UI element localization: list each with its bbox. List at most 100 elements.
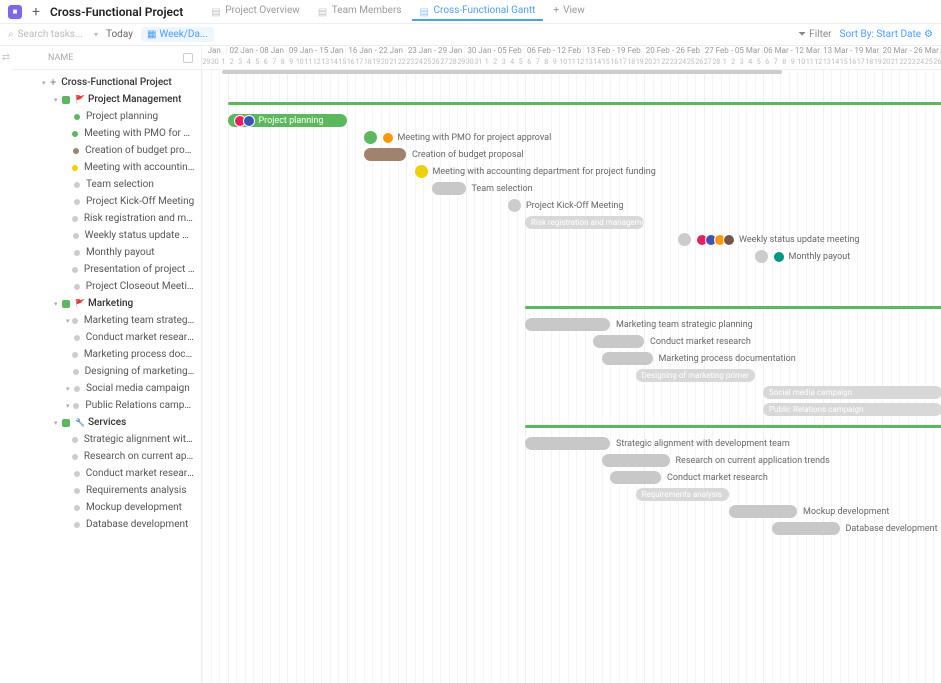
caret-icon[interactable]: ▾ — [54, 419, 62, 427]
gantt-chart[interactable]: Jan02 Jan - 08 Jan09 Jan - 15 Jan16 Jan … — [202, 46, 941, 683]
tree-task[interactable]: Mockup development — [12, 499, 201, 516]
timeline-month: 09 Jan - 15 Jan — [287, 46, 346, 58]
caret-icon[interactable]: ▾ — [54, 96, 62, 104]
timeline-day: 30 — [466, 58, 475, 70]
caret-icon[interactable]: ▾ — [66, 385, 74, 393]
tree-task[interactable]: Designing of marketing primer — [12, 363, 201, 380]
tree-task[interactable]: Project Kick-Off Meeting — [12, 193, 201, 210]
gantt-bar[interactable] — [610, 471, 661, 484]
gantt-milestone[interactable] — [678, 233, 691, 246]
caret-icon[interactable]: ▾ — [66, 402, 73, 410]
gantt-bar-label: Marketing team strategic planning — [616, 318, 753, 331]
gantt-bar[interactable]: Requirements analysis — [636, 488, 730, 501]
timeline-day: 17 — [355, 58, 364, 70]
gantt-milestone[interactable] — [508, 199, 521, 212]
tree-task[interactable]: Requirements analysis — [12, 482, 201, 499]
tree-item-label: Creation of budget proposal — [85, 145, 195, 156]
tree-task[interactable]: Meeting with accounting depart... — [12, 159, 201, 176]
timeline-day: 14 — [831, 58, 840, 70]
tree-task[interactable]: Creation of budget proposal — [12, 142, 201, 159]
tree-group[interactable]: ▾🚩Project Management — [12, 91, 201, 108]
caret-icon[interactable]: ▾ — [66, 317, 72, 325]
timeline-day: 31 — [474, 58, 483, 70]
view-tab-1[interactable]: ▤Team Members — [310, 2, 410, 21]
gantt-bar[interactable]: Project planning — [228, 114, 347, 127]
sort-button[interactable]: Sort By: Start Date ⚙ — [840, 29, 933, 40]
filter-button[interactable]: ⏷ Filter — [798, 29, 831, 40]
period-selector[interactable]: ▦ Week/Da... — [141, 27, 214, 42]
today-button[interactable]: Today — [106, 29, 133, 40]
timeline-header: Jan02 Jan - 08 Jan09 Jan - 15 Jan16 Jan … — [202, 46, 941, 70]
tree-task[interactable]: Weekly status update meeting — [12, 227, 201, 244]
add-column-icon[interactable] — [183, 53, 193, 63]
gantt-bar[interactable] — [729, 505, 797, 518]
caret-icon[interactable]: ▾ — [42, 79, 50, 87]
gantt-bar[interactable] — [364, 148, 407, 161]
status-dot — [74, 284, 80, 290]
gantt-body[interactable]: Project planningMeeting with PMO for pro… — [202, 70, 941, 683]
tree-group[interactable]: ▾🔧Services — [12, 414, 201, 431]
timeline-day: 23 — [670, 58, 679, 70]
tree-task[interactable]: Strategic alignment with develop... — [12, 431, 201, 448]
tree-item-label: Risk registration and management — [84, 213, 195, 224]
timeline-day: 10 — [797, 58, 806, 70]
gantt-scrollbar[interactable] — [222, 70, 782, 74]
status-dot — [72, 437, 78, 443]
timeline-month: 20 Mar - 26 Mar — [881, 46, 940, 58]
tree-item-label: Research on current application ... — [84, 451, 195, 462]
tree-task[interactable]: ▾Public Relations campaign — [12, 397, 201, 414]
folder-icon — [62, 419, 70, 427]
gantt-milestone[interactable] — [755, 250, 768, 263]
gantt-bar[interactable] — [525, 437, 610, 450]
tree-task[interactable]: Team selection — [12, 176, 201, 193]
view-tab-2[interactable]: ▤Cross-Functional Gantt — [412, 2, 544, 21]
tree-task[interactable]: Risk registration and management — [12, 210, 201, 227]
tree-task[interactable]: Monthly payout — [12, 244, 201, 261]
gantt-bar[interactable]: Social media campaign — [763, 386, 941, 399]
tree-item-label: Cross-Functional Project — [61, 77, 171, 88]
tree-group[interactable]: ▾🚩Marketing — [12, 295, 201, 312]
tree-task[interactable]: Marketing process documentation — [12, 346, 201, 363]
gantt-bar[interactable] — [602, 352, 653, 365]
gantt-bar[interactable]: Public Relations campaign — [763, 403, 941, 416]
status-dot — [72, 454, 78, 460]
tree-task[interactable]: Research on current application ... — [12, 448, 201, 465]
view-tab-0[interactable]: ▤Project Overview — [203, 2, 308, 21]
tree-item-label: Project Closeout Meeting — [86, 281, 195, 292]
gantt-bar[interactable] — [593, 335, 644, 348]
chevron-down-icon: ▾ — [94, 30, 98, 39]
gantt-bar[interactable]: Designing of marketing primer — [636, 369, 755, 382]
gantt-milestone[interactable] — [415, 165, 428, 178]
workspace-icon[interactable]: ■ — [8, 5, 22, 19]
tree-root[interactable]: ▾+Cross-Functional Project — [12, 74, 201, 91]
tree-task[interactable]: Conduct market research — [12, 329, 201, 346]
tree-task[interactable]: Database development — [12, 516, 201, 533]
gantt-milestone[interactable] — [364, 131, 377, 144]
gantt-bar[interactable] — [772, 522, 840, 535]
avatar — [382, 132, 394, 144]
tree-task[interactable]: Presentation of project status re... — [12, 261, 201, 278]
tree-task[interactable]: ▾Social media campaign — [12, 380, 201, 397]
gantt-bar-label: Public Relations campaign — [763, 405, 869, 414]
caret-icon[interactable]: ▾ — [54, 300, 62, 308]
add-view-tab[interactable]: +View — [545, 2, 592, 21]
tree-task[interactable]: Project Closeout Meeting — [12, 278, 201, 295]
tree-task[interactable]: Project planning — [12, 108, 201, 125]
gantt-summary-bar[interactable] — [228, 102, 941, 105]
sidebar-collapse[interactable]: ⇄ — [0, 46, 12, 683]
timeline-day: 18 — [627, 58, 636, 70]
gantt-bar[interactable] — [525, 318, 610, 331]
tree-task[interactable]: Conduct market research — [12, 465, 201, 482]
gantt-bar-label: Database development — [846, 522, 938, 535]
gantt-bar[interactable] — [432, 182, 466, 195]
search-input[interactable]: ⌕ Search tasks... ▾ — [8, 29, 98, 40]
timeline-day: 15 — [602, 58, 611, 70]
gantt-bar[interactable] — [602, 454, 670, 467]
tree-task[interactable]: ▾Marketing team strategic planning — [12, 312, 201, 329]
gantt-summary-bar[interactable] — [525, 306, 941, 309]
gantt-summary-bar[interactable] — [525, 425, 941, 428]
gantt-bar[interactable]: Risk registration and management — [525, 216, 644, 229]
tree-task[interactable]: Meeting with PMO for project a... — [12, 125, 201, 142]
gantt-bar-label: Creation of budget proposal — [412, 148, 524, 161]
add-icon[interactable]: + — [32, 4, 40, 20]
